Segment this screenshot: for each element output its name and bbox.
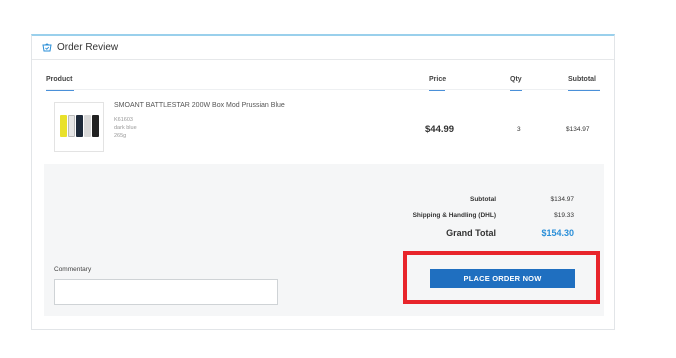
thumbnail-device-silver <box>84 115 91 137</box>
subtotal-value: $134.97 <box>550 196 575 203</box>
order-item-row: SMOANT BATTLESTAR 200W Box Mod Prussian … <box>46 96 602 158</box>
order-review-icon <box>42 43 52 52</box>
commentary-label: Commentary <box>54 266 92 273</box>
item-price: $44.99 <box>425 124 455 135</box>
thumbnail-device-yellow <box>60 115 67 137</box>
product-weight: 265g <box>114 133 127 139</box>
grand-total-value: $154.30 <box>541 228 574 238</box>
shipping-label: Shipping & Handling (DHL) <box>412 212 496 219</box>
product-thumbnail[interactable] <box>54 102 104 152</box>
subtotal-label: Subtotal <box>470 196 496 203</box>
grand-total-label: Grand Total <box>446 228 496 238</box>
product-underline <box>46 90 74 91</box>
thumbnail-device-blue <box>76 115 83 137</box>
item-subtotal: $134.97 <box>566 126 590 133</box>
product-color: dark blue <box>114 125 137 131</box>
price-underline <box>429 90 445 91</box>
shipping-value: $19.33 <box>554 212 574 219</box>
thumbnail-device-white <box>68 115 75 137</box>
product-sku: K61603 <box>114 117 133 123</box>
qty-underline <box>510 90 522 91</box>
header-divider <box>46 89 600 90</box>
panel-title: Order Review <box>57 42 119 53</box>
thumbnail-device-black <box>92 115 99 137</box>
product-name[interactable]: SMOANT BATTLESTAR 200W Box Mod Prussian … <box>114 102 285 109</box>
place-order-button[interactable]: PLACE ORDER NOW <box>430 269 575 288</box>
subtotal-underline <box>568 90 600 91</box>
item-qty: 3 <box>517 126 521 133</box>
order-review-header: Order Review <box>32 36 614 60</box>
commentary-textarea[interactable] <box>54 279 278 305</box>
